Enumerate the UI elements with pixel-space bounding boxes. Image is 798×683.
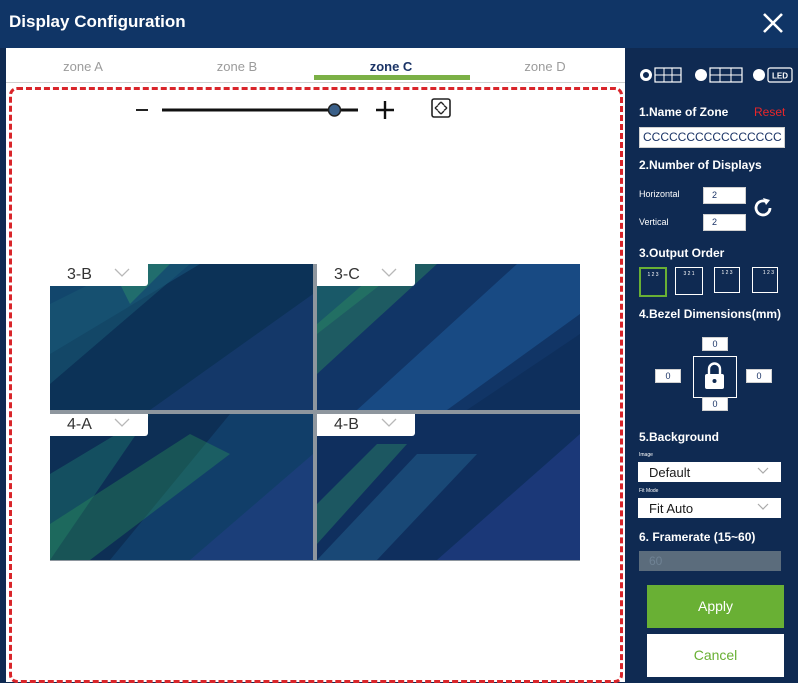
image-select-value: Default (649, 465, 691, 480)
chevron-down-icon (381, 418, 397, 427)
image-select[interactable]: Default (638, 462, 781, 482)
grid-icon (654, 67, 682, 83)
chevron-down-icon (757, 503, 769, 510)
screen-tile[interactable]: 4-B (317, 414, 580, 560)
displays-section-title: 2.Number of Displays (639, 158, 762, 172)
horizontal-label: Horizontal (639, 189, 680, 199)
window-title: Display Configuration (9, 12, 186, 31)
wide-grid-icon (709, 67, 743, 83)
fit-screen-icon (431, 98, 451, 118)
image-label: Image (639, 452, 653, 458)
output-order-option[interactable]: 1 2 3 (752, 267, 778, 293)
screen-name: 4-B (334, 416, 359, 433)
screen-label[interactable]: 4-A (50, 414, 148, 436)
zoom-in-button[interactable] (372, 98, 396, 122)
zoom-out-button[interactable] (132, 100, 154, 120)
layout-option-led[interactable]: LED (753, 66, 795, 84)
fit-mode-label: Fit Mode (639, 488, 659, 494)
layout-option-grid[interactable] (640, 66, 686, 84)
chevron-down-icon (381, 268, 397, 277)
screen-tile[interactable]: 3-B (50, 264, 313, 410)
bezel-section-title: 4.Bezel Dimensions(mm) (639, 307, 782, 321)
lock-icon (705, 362, 724, 389)
framerate-input[interactable]: 60 (639, 551, 781, 571)
zone-name-input[interactable]: CCCCCCCCCCCCCCCC (639, 127, 785, 148)
layout-area: zone A zone B zone C zone D 3-B 3-C 4-A … (6, 48, 625, 683)
output-order-option[interactable]: 3 2 1 (675, 267, 703, 295)
zoom-slider-thumb[interactable] (327, 103, 342, 117)
screen-tile[interactable]: 4-A (50, 414, 313, 560)
output-order-title: 3.Output Order (639, 246, 725, 260)
chevron-down-icon (757, 467, 769, 474)
name-section-title: 1.Name of Zone (639, 105, 729, 119)
vertical-count-input[interactable]: 2 (703, 214, 746, 231)
bezel-lock-button[interactable] (693, 356, 737, 398)
vertical-label: Vertical (639, 217, 669, 227)
apply-button[interactable]: Apply (647, 585, 784, 628)
refresh-button[interactable] (751, 196, 775, 220)
title-bar: Display Configuration (0, 0, 798, 48)
zone-tabs: zone A zone B zone C zone D (6, 48, 625, 83)
settings-panel: LED 1.Name of Zone Reset CCCCCCCCCCCCCCC… (625, 48, 798, 682)
output-order-option[interactable]: 1 2 3 (714, 267, 740, 293)
fit-to-screen-button[interactable] (431, 98, 451, 118)
tab-zone-d[interactable]: zone D (468, 48, 622, 81)
screen-label[interactable]: 4-B (317, 414, 415, 436)
bezel-left-input[interactable]: 0 (655, 369, 681, 383)
framerate-section-title: 6. Framerate (15~60) (639, 530, 756, 544)
cancel-button[interactable]: Cancel (647, 634, 784, 677)
tab-zone-a[interactable]: zone A (6, 48, 160, 81)
bezel-top-input[interactable]: 0 (702, 337, 728, 351)
background-section-title: 5.Background (639, 430, 720, 444)
screen-tile[interactable]: 3-C (317, 264, 580, 410)
chevron-down-icon (114, 418, 130, 427)
tab-zone-b[interactable]: zone B (160, 48, 314, 81)
screen-label[interactable]: 3-B (50, 264, 148, 286)
horizontal-count-input[interactable]: 2 (703, 187, 746, 204)
close-icon (763, 13, 783, 33)
bezel-right-input[interactable]: 0 (746, 369, 772, 383)
fit-mode-select[interactable]: Fit Auto (638, 498, 781, 518)
display-canvas: 3-B 3-C 4-A 4-B (50, 264, 580, 561)
screen-name: 3-C (334, 266, 360, 283)
fit-mode-select-value: Fit Auto (649, 501, 694, 516)
led-label: LED (772, 72, 788, 81)
output-order-option[interactable]: 1 2 3 (639, 267, 667, 297)
active-tab-indicator (314, 75, 470, 80)
layout-option-wide-grid[interactable] (695, 66, 745, 84)
zoom-bar (132, 92, 452, 128)
screen-label[interactable]: 3-C (317, 264, 415, 286)
screen-name: 4-A (67, 416, 92, 433)
close-button[interactable] (758, 8, 788, 38)
reset-link[interactable]: Reset (754, 105, 785, 119)
chevron-down-icon (114, 268, 130, 277)
bezel-bottom-input[interactable]: 0 (702, 397, 728, 411)
screen-name: 3-B (67, 266, 92, 283)
refresh-icon (754, 198, 772, 217)
